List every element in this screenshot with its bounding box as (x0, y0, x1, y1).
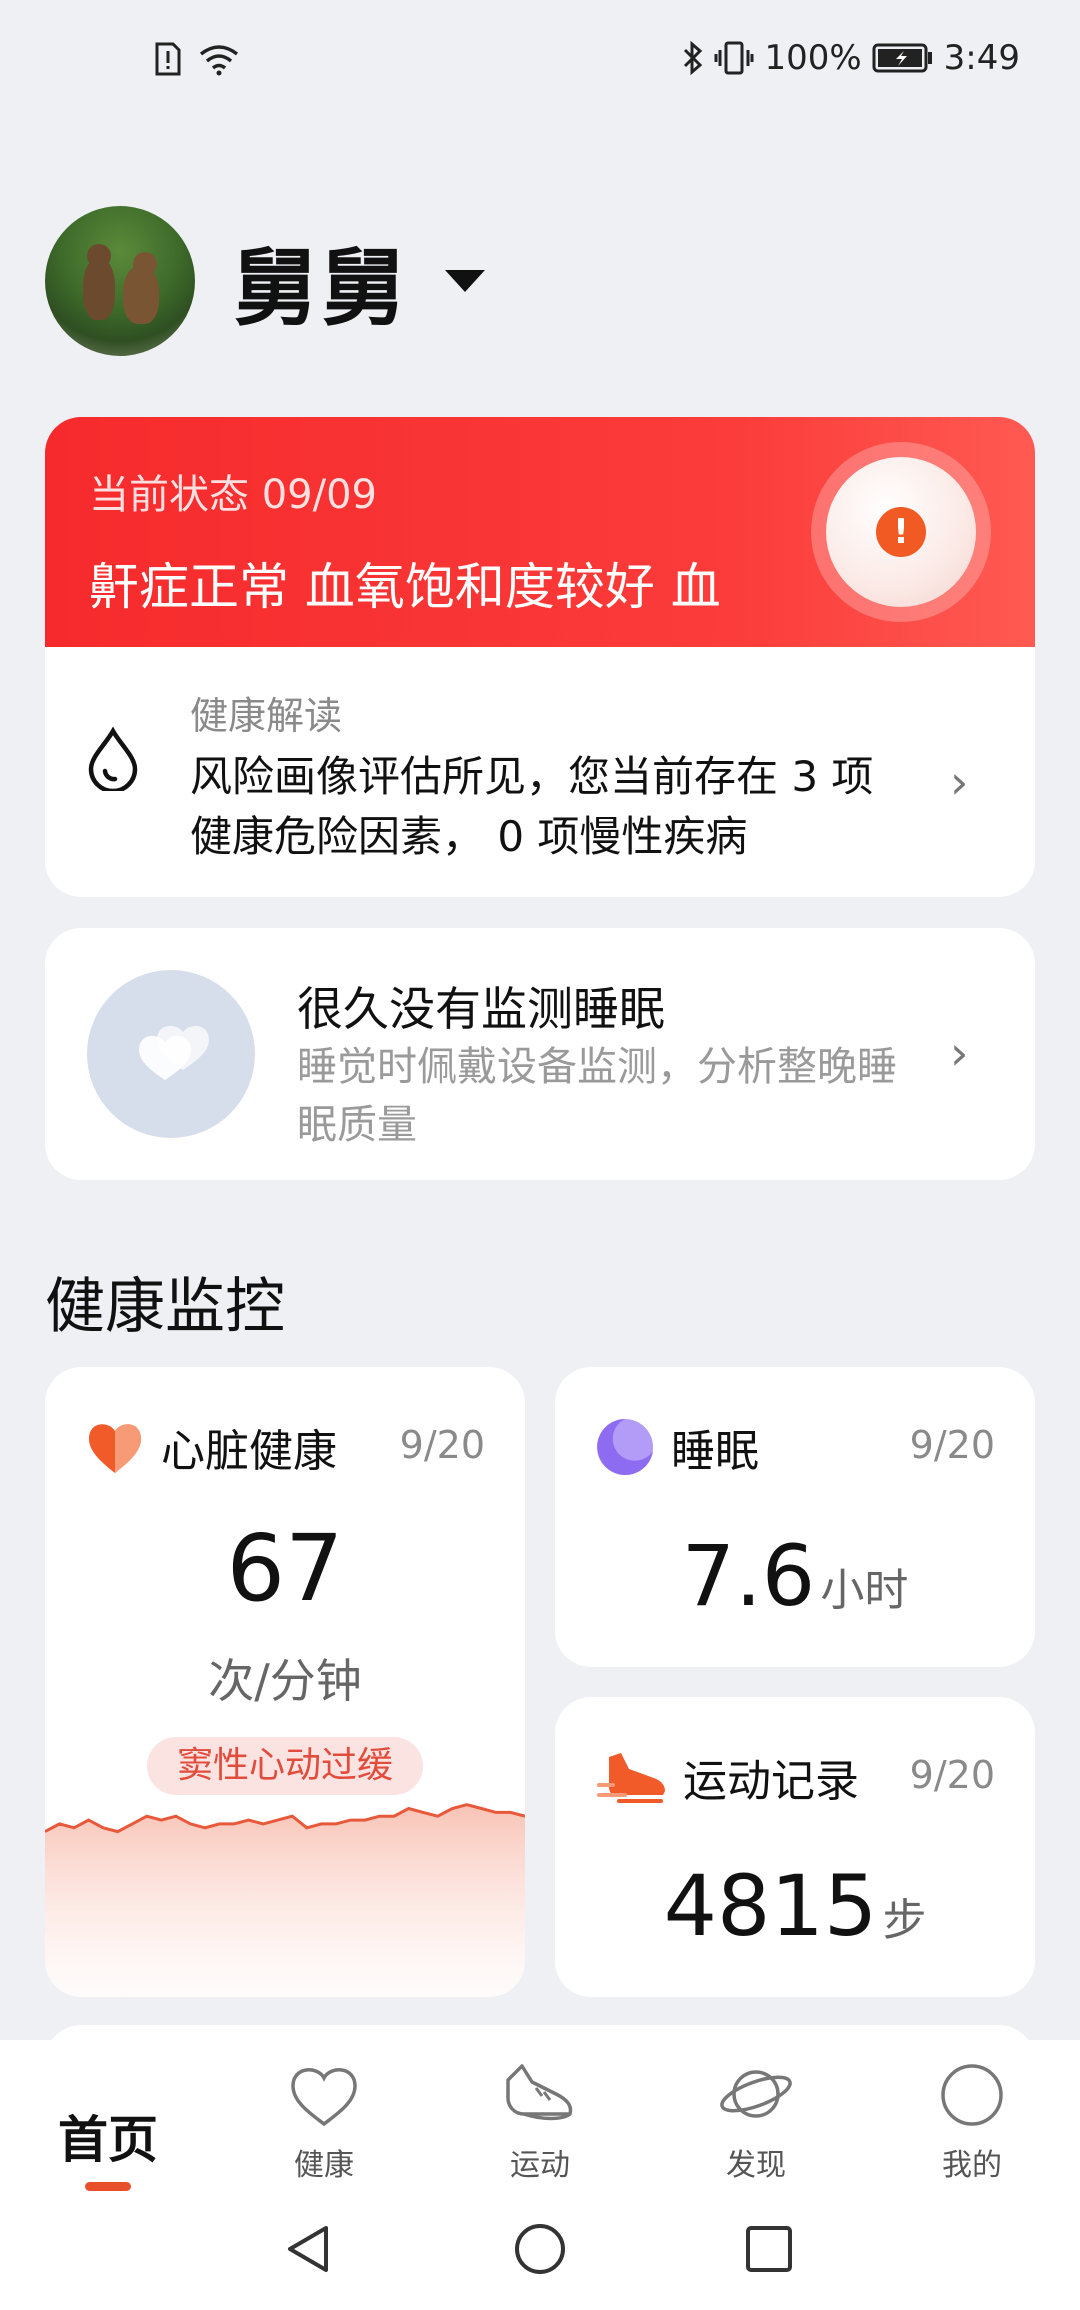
profile-switcher[interactable]: 舅舅 (45, 206, 486, 356)
bluetooth-icon (684, 40, 703, 76)
tab-active-indicator (85, 2182, 131, 2191)
sleep-prompt-illustration (87, 970, 255, 1138)
heart-card-title: 心脏健康 (161, 1426, 337, 1477)
shoe-outline-icon[interactable] (502, 2060, 578, 2128)
profile-name[interactable]: 舅舅 (233, 221, 409, 342)
sleep-prompt-title: 很久没有监测睡眠 (297, 982, 665, 1036)
tab-exercise-label[interactable]: 运动 (432, 2140, 648, 2184)
hearts-icon (139, 1025, 209, 1080)
sleep-hours-unit: 小时 (820, 1565, 909, 1616)
exercise-card-date: 9/20 (909, 1753, 995, 1797)
health-status-card[interactable]: 当前状态 09/09 鼾症正常 血氧饱和度较好 血 ! 健康解读 风险画像评估所… (45, 417, 1035, 897)
profile-circle-icon[interactable] (939, 2062, 1005, 2128)
back-icon[interactable] (282, 2222, 336, 2276)
sleep-card-header: 睡眠 (595, 1415, 759, 1479)
interpretation-title: 健康解读 (190, 694, 343, 738)
sleep-card-date: 9/20 (909, 1423, 995, 1467)
heart-outline-icon[interactable] (289, 2062, 359, 2128)
alert-icon: ! (876, 507, 926, 557)
exercise-record-card[interactable]: 运动记录 9/20 4815 步 (555, 1697, 1035, 1997)
clock: 3:49 (943, 38, 1020, 78)
avatar[interactable] (45, 206, 195, 356)
exercise-card-header: 运动记录 (595, 1745, 859, 1809)
planet-icon[interactable] (716, 2060, 796, 2128)
heart-health-card[interactable]: 心脏健康 9/20 67 次/分钟 窦性心动过缓 (45, 1367, 525, 1997)
home-circle-icon[interactable] (513, 2222, 567, 2276)
system-navigation-bar (0, 2200, 1080, 2310)
sleep-prompt-subtitle: 睡觉时佩戴设备监测，分析整晚睡眠质量 (297, 1044, 897, 1148)
sleep-card-title: 睡眠 (671, 1426, 759, 1477)
tab-health-label[interactable]: 健康 (216, 2140, 432, 2184)
status-bar-right: 100% 3:49 (682, 38, 1020, 78)
status-bar: 100% 3:49 (0, 0, 1080, 125)
status-ticker: 鼾症正常 血氧饱和度较好 血 (89, 558, 721, 616)
status-label: 当前状态 09/09 (89, 472, 377, 518)
heart-rate-value: 67 (226, 1515, 344, 1622)
tab-discover-label[interactable]: 发现 (648, 2140, 864, 2184)
sleep-hours-value: 7.6 (681, 1527, 816, 1625)
status-bar-left (155, 42, 241, 76)
status-indicator[interactable]: ! (811, 442, 991, 622)
section-title-health-monitor: 健康监控 (45, 1272, 285, 1342)
recents-icon[interactable] (742, 2222, 796, 2276)
sleep-prompt-card[interactable]: 很久没有监测睡眠 睡觉时佩戴设备监测，分析整晚睡眠质量 › (45, 928, 1035, 1180)
exercise-card-title: 运动记录 (683, 1756, 859, 1807)
tab-health[interactable]: 健康 (216, 2040, 432, 2183)
running-shoe-icon (597, 1753, 665, 1803)
status-indicator-inner: ! (826, 457, 976, 607)
interpretation-body: 风险画像评估所见，您当前存在 3 项健康危险因素， 0 项慢性疾病 (190, 752, 874, 861)
sleep-value-row: 7.6 小时 (555, 1527, 1035, 1625)
battery-percent: 100% (764, 38, 862, 78)
tab-exercise[interactable]: 运动 (432, 2040, 648, 2183)
tab-discover[interactable]: 发现 (648, 2040, 864, 2183)
caret-down-icon[interactable] (445, 270, 486, 292)
vibrate-icon (714, 41, 754, 75)
chevron-right-icon[interactable]: › (950, 755, 968, 809)
heart-card-date: 9/20 (399, 1423, 485, 1467)
steps-value: 4815 (663, 1857, 878, 1955)
sleep-card[interactable]: 睡眠 9/20 7.6 小时 (555, 1367, 1035, 1667)
status-banner[interactable]: 当前状态 09/09 鼾症正常 血氧饱和度较好 血 ! (45, 417, 1035, 647)
steps-value-row: 4815 步 (555, 1857, 1035, 1955)
wifi-icon (199, 45, 239, 76)
heart-card-header: 心脏健康 (85, 1415, 337, 1479)
chevron-right-icon[interactable]: › (950, 1026, 968, 1080)
steps-unit: 步 (882, 1895, 927, 1946)
heart-rate-trend-chart (45, 1803, 525, 1997)
sim-alert-icon (155, 42, 181, 76)
heart-rate-unit: 次/分钟 (208, 1654, 362, 1708)
battery-icon (872, 43, 932, 73)
tab-mine-label[interactable]: 我的 (864, 2140, 1080, 2184)
moon-icon (597, 1419, 653, 1475)
tab-mine[interactable]: 我的 (864, 2040, 1080, 2183)
heart-icon (89, 1424, 141, 1473)
tab-home-label[interactable]: 首页 (58, 2100, 158, 2172)
droplet-icon (88, 727, 138, 791)
heart-rate-area (45, 1804, 525, 1997)
